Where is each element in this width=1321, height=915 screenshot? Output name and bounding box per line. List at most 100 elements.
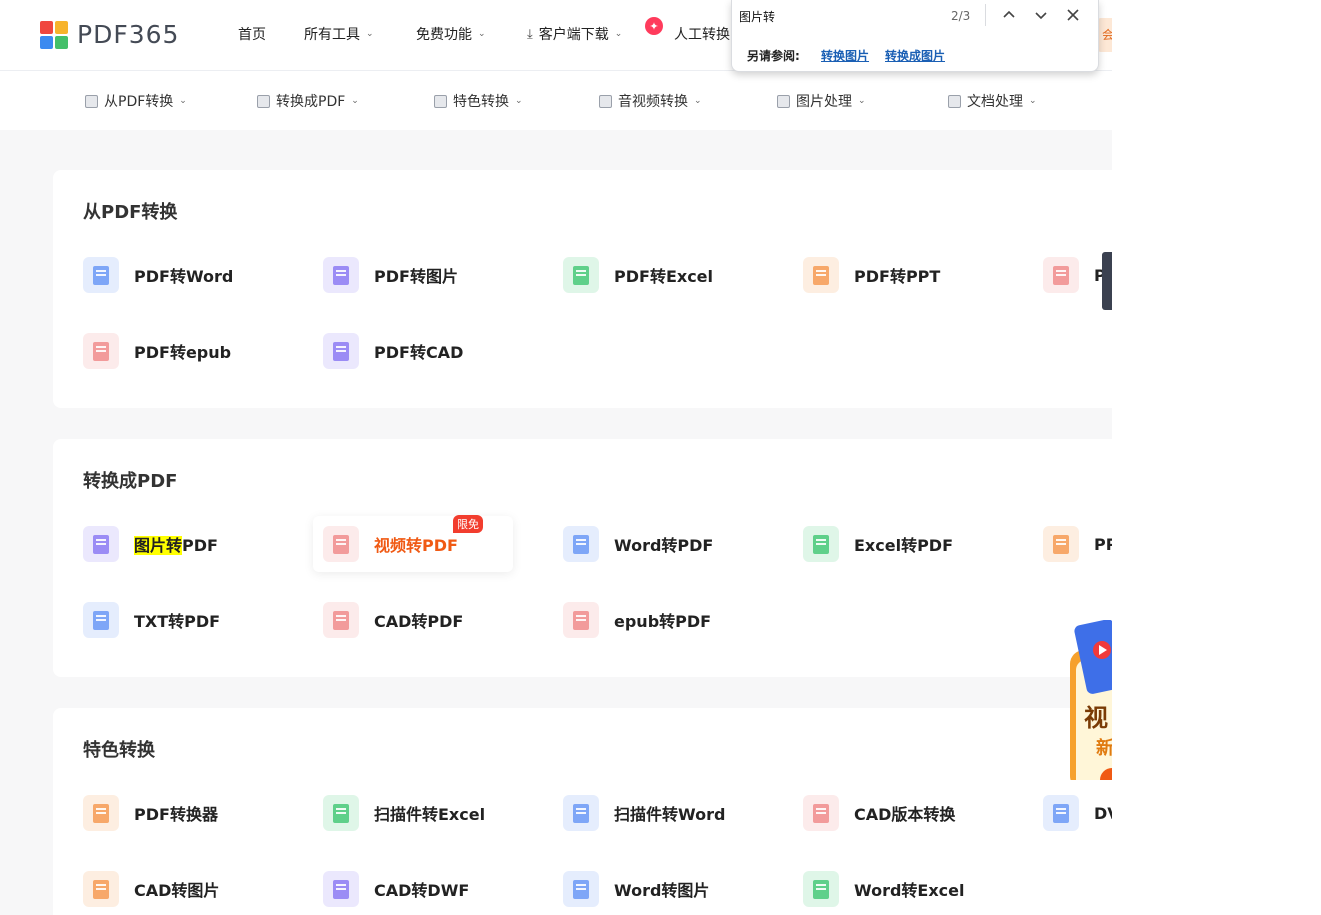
tool-pdf-converter[interactable]: PDF转换器 [83,785,283,841]
tool-label: CAD转DWF [374,881,470,900]
tool-label: 扫描件转Word [614,805,726,824]
nav-home[interactable]: 首页 [238,24,266,44]
tool-pdf-to-cad[interactable]: PDF转CAD [323,323,523,379]
tool-ppt-partial[interactable]: PP [1043,516,1112,572]
tool-cad-to-dwf[interactable]: CAD转DWF [323,861,523,915]
epub-file-icon [83,333,119,369]
tool-dwg-partial[interactable]: DV [1043,785,1112,841]
tool-label: Word转PDF [614,536,714,555]
see-also-link[interactable]: 转换成图片 [885,47,945,64]
subnav-to-pdf[interactable]: 转换成PDF ⌄ [257,91,359,111]
excel-file-icon [803,526,839,562]
section-from-pdf: 从PDF转换 PDF转Word PDF转图片 PDF转Excel PDF转PPT… [53,170,1112,408]
find-input[interactable]: 图片转 [739,8,775,25]
tool-word-to-excel[interactable]: Word转Excel [803,861,1003,915]
nav-free-features-label: 免费功能 [416,27,472,43]
tool-label: CAD转PDF [374,612,464,631]
tool-label: TXT转PDF [134,612,221,631]
tool-label: PDF转epub [134,343,232,362]
section-special: 特色转换 PDF转换器 扫描件转Excel 扫描件转Word CAD版本转换 D… [53,708,1112,915]
fire-icon: ✦ [645,17,663,35]
tool-pdf-to-ppt[interactable]: PDF转PPT [803,247,1003,303]
cad-file-icon [323,333,359,369]
chevron-down-icon: ⌄ [351,96,359,106]
tool-label: PDF转Word [134,267,234,286]
image-file-icon [563,871,599,907]
tool-video-to-pdf[interactable]: 视频转PDF 限免 [313,515,513,572]
see-also-label: 另请参阅: [747,49,800,63]
find-previous-button[interactable] [999,5,1019,25]
see-also-link[interactable]: 转换图片 [821,47,869,64]
subnav-av[interactable]: 音视频转换 ⌄ [599,91,702,111]
tool-txt-to-pdf[interactable]: TXT转PDF [83,592,283,648]
find-highlight: 图片转 [134,536,183,555]
nav-all-tools[interactable]: 所有工具 ⌄ [304,24,374,44]
tool-label: PDF转换器 [134,805,218,824]
chevron-down-icon: ⌄ [366,29,374,39]
document-icon [948,94,961,108]
tool-pdf-to-image[interactable]: PDF转图片 [323,247,523,303]
subnav-document[interactable]: 文档处理 ⌄ [948,91,1037,111]
dwf-file-icon [323,871,359,907]
tool-label: CAD转图片 [134,881,220,900]
tool-label: Word转图片 [614,881,710,900]
image-icon [777,94,790,108]
tool-cad-to-image[interactable]: CAD转图片 [83,861,283,915]
tool-label: 图片转PDF [134,532,218,556]
nav-manual-convert[interactable]: 人工转换 [674,24,730,44]
subnav-from-pdf[interactable]: 从PDF转换 ⌄ [85,91,187,111]
subnav-special[interactable]: 特色转换 ⌄ [434,91,523,111]
nav-free-features[interactable]: 免费功能 ⌄ [416,24,486,44]
subnav-document-label: 文档处理 [967,94,1023,110]
tool-image-to-pdf[interactable]: 图片转PDF [83,516,283,572]
chevron-down-icon: ⌄ [614,29,623,39]
tool-label: 扫描件转Excel [374,805,486,824]
video-file-icon [323,526,359,562]
tool-label: DV [1094,803,1112,823]
chevron-down-icon: ⌄ [478,29,486,39]
find-match-count: 2/3 [951,9,971,23]
tool-cad-version[interactable]: CAD版本转换 [803,785,1003,841]
section-to-pdf: 转换成PDF 图片转PDF 视频转PDF 限免 Word转PDF Excel转P… [53,439,1112,677]
subnav-image[interactable]: 图片处理 ⌄ [777,91,866,111]
pdf365-logo[interactable]: PDF365 [40,20,179,49]
tool-pdf-to-excel[interactable]: PDF转Excel [563,247,763,303]
promo-text-2: 新 [1096,738,1112,759]
tool-scan-to-excel[interactable]: 扫描件转Excel [323,785,523,841]
category-nav: 从PDF转换 ⌄ 转换成PDF ⌄ 特色转换 ⌄ 音视频转换 ⌄ 图片处理 ⌄ … [0,71,1112,130]
find-next-button[interactable] [1031,5,1051,25]
nav-home-label: 首页 [238,27,266,43]
chevron-down-icon [1035,12,1047,20]
download-icon: ⤓ [527,26,533,42]
tool-pdf-to-epub[interactable]: PDF转epub [83,323,283,379]
promo-floating-banner[interactable]: 视 新 [1068,619,1112,792]
tool-word-to-image[interactable]: Word转图片 [563,861,763,915]
chevron-down-icon: ⌄ [858,96,866,106]
tool-excel-to-pdf[interactable]: Excel转PDF [803,516,1003,572]
tool-word-to-pdf[interactable]: Word转PDF [563,516,763,572]
nav-client-download-label: 客户端下载 [538,27,609,43]
tool-cad-to-pdf[interactable]: CAD转PDF [323,592,523,648]
epub-file-icon [563,602,599,638]
subnav-to-pdf-label: 转换成PDF [276,94,346,110]
tool-scan-to-word[interactable]: 扫描件转Word [563,785,763,841]
tool-label: 视频转PDF [374,536,458,555]
side-panel-tab[interactable] [1102,252,1112,310]
promo-text-1: 视 [1084,704,1108,732]
subnav-special-label: 特色转换 [453,94,509,110]
tool-label: Excel转PDF [854,536,954,555]
logo-mark-icon [40,20,68,49]
tool-pdf-to-word[interactable]: PDF转Word [83,247,283,303]
tool-epub-to-pdf[interactable]: epub转PDF [563,592,763,648]
excel-file-icon [323,795,359,831]
vip-button[interactable]: 会 [1097,18,1112,52]
close-icon [1067,9,1079,21]
tool-label: PDF转Excel [614,267,714,286]
chevron-up-icon [1003,10,1015,18]
shield-icon [434,94,447,108]
nav-client-download[interactable]: ⤓ 客户端下载 ⌄ [527,24,622,44]
vip-button-label: 会 [1102,28,1112,42]
tool-label: PDF转CAD [374,343,464,362]
find-close-button[interactable] [1063,5,1083,25]
subnav-av-label: 音视频转换 [618,94,688,110]
